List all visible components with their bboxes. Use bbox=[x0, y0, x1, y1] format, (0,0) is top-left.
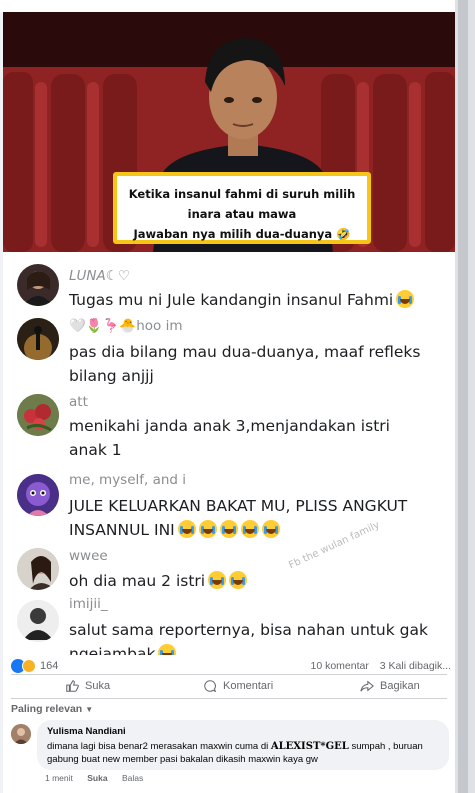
comment-list: LUNA☾♡ Tugas mu ni Jule kandangin insanu… bbox=[3, 252, 455, 655]
screenshot-page: Ketika insanul fahmi di suruh milih inar… bbox=[0, 0, 475, 793]
caption-line-1: Ketika insanul fahmi di suruh milih bbox=[128, 187, 356, 201]
comment-author: att bbox=[69, 394, 88, 410]
crying-emoji-icon bbox=[240, 520, 259, 538]
video-frame[interactable]: Ketika insanul fahmi di suruh milih inar… bbox=[3, 12, 455, 252]
avatar[interactable] bbox=[17, 600, 59, 642]
avatar[interactable] bbox=[17, 264, 59, 306]
comment-text: menikahi janda anak 3,menjandakan istri … bbox=[69, 414, 455, 462]
comment-line: menikahi janda anak 3,menjandakan istri bbox=[69, 417, 390, 435]
comment-text: salut sama reporternya, bisa nahan untuk… bbox=[69, 618, 455, 655]
comment-label: Komentari bbox=[223, 680, 274, 692]
avatar[interactable] bbox=[17, 474, 59, 516]
avatar-photo bbox=[23, 271, 53, 306]
divider bbox=[11, 674, 447, 675]
avatar[interactable] bbox=[11, 724, 31, 744]
share-button[interactable]: Bagikan bbox=[360, 677, 420, 695]
avatar-photo bbox=[17, 600, 59, 642]
video-caption: Ketika insanul fahmi di suruh milih inar… bbox=[113, 172, 371, 244]
scrollbar[interactable] bbox=[458, 0, 468, 793]
comment-line: ngejambak bbox=[69, 642, 455, 655]
avatar[interactable] bbox=[17, 318, 59, 360]
chevron-down-icon: ▼ bbox=[85, 705, 94, 714]
comment-reply-link[interactable]: Balas bbox=[122, 773, 143, 783]
crying-emoji-icon bbox=[396, 290, 415, 308]
comment-like-link[interactable]: Suka bbox=[87, 773, 107, 783]
comment-line: Tugas mu ni Jule kandangin insanul Fahmi bbox=[69, 291, 394, 309]
comment-count-link[interactable]: 10 komentar bbox=[310, 660, 368, 672]
comment-text: JULE KELUARKAN BAKAT MU, PLISS ANGKUT IN… bbox=[69, 494, 455, 542]
share-arrow-icon bbox=[360, 680, 374, 692]
caption-line-2: inara atau mawa bbox=[187, 207, 297, 221]
avatar-photo bbox=[17, 474, 59, 516]
crying-emoji-icon bbox=[219, 520, 238, 538]
comment-text-part: dimana lagi bisa benar2 merasakan maxwin… bbox=[47, 741, 271, 752]
comment-author: LUNA☾♡ bbox=[69, 268, 130, 284]
comment-line: oh dia mau 2 istri bbox=[69, 572, 206, 590]
comment-button[interactable]: Komentari bbox=[203, 677, 273, 695]
post-stats: 10 komentar 3 Kali dibagik... bbox=[302, 660, 451, 672]
top-strip bbox=[0, 0, 475, 12]
like-button[interactable]: Suka bbox=[65, 677, 110, 695]
comment-line-text: ngejambak bbox=[69, 645, 156, 655]
comment-brand-text: ALEXIST*GEL bbox=[270, 741, 349, 752]
avatar-photo bbox=[11, 724, 31, 744]
comment-author: wwee bbox=[69, 548, 108, 564]
comment-line: anak 1 bbox=[69, 441, 122, 459]
comment-line: salut sama reporternya, bisa nahan untuk… bbox=[69, 621, 428, 639]
crying-emoji-icon bbox=[229, 571, 248, 589]
comment-line: INSANNUL INI bbox=[69, 518, 455, 542]
thumbs-up-icon bbox=[66, 680, 79, 692]
sort-label: Paling relevan bbox=[11, 703, 83, 715]
comment-author: imijii_ bbox=[69, 596, 108, 612]
avatar-photo bbox=[17, 318, 59, 360]
comment-time: 1 menit bbox=[45, 773, 73, 783]
crying-emoji-icon bbox=[198, 520, 217, 538]
comment-meta: 1 menit Suka Balas bbox=[45, 773, 155, 783]
comment-line: JULE KELUARKAN BAKAT MU, PLISS ANGKUT bbox=[69, 497, 408, 515]
crying-emoji-icon bbox=[208, 571, 227, 589]
comment-text: dimana lagi bisa benar2 merasakan maxwin… bbox=[47, 740, 439, 766]
comment-line: pas dia bilang mau dua-duanya, maaf refl… bbox=[69, 343, 421, 361]
post-footer: 164 10 komentar 3 Kali dibagik... Suka K… bbox=[3, 655, 455, 793]
avatar[interactable] bbox=[17, 394, 59, 436]
crying-emoji-icon bbox=[177, 520, 196, 538]
like-label: Suka bbox=[85, 680, 111, 692]
avatar-photo bbox=[17, 394, 59, 436]
haha-reaction-icon bbox=[22, 659, 36, 673]
reaction-count: 164 bbox=[40, 660, 59, 672]
crying-emoji-icon bbox=[261, 520, 280, 538]
comment-text: oh dia mau 2 istri bbox=[69, 569, 455, 593]
share-label: Bagikan bbox=[380, 680, 420, 692]
caption-line-3: Jawaban nya milih dua-duanya 🤣 bbox=[133, 227, 351, 241]
comment-sort-dropdown[interactable]: Paling relevan ▼ bbox=[11, 703, 93, 715]
comment-bubble: Yulisma Nandiani dimana lagi bisa benar2… bbox=[37, 720, 449, 770]
comment-author: me, myself, and i bbox=[69, 472, 187, 488]
share-count-link[interactable]: 3 Kali dibagik... bbox=[380, 660, 451, 672]
comment-line-text: INSANNUL INI bbox=[69, 521, 175, 539]
comment-bubble-icon bbox=[204, 680, 217, 693]
comment-author[interactable]: Yulisma Nandiani bbox=[47, 726, 439, 737]
crying-emoji-icon bbox=[158, 644, 177, 655]
comment-line: bilang anjjj bbox=[69, 367, 154, 385]
comment-text: Tugas mu ni Jule kandangin insanul Fahmi bbox=[69, 288, 455, 312]
post-image[interactable]: Ketika insanul fahmi di suruh milih inar… bbox=[3, 12, 455, 655]
comment-text: pas dia bilang mau dua-duanya, maaf refl… bbox=[69, 340, 455, 388]
avatar-photo bbox=[17, 548, 59, 590]
avatar[interactable] bbox=[17, 548, 59, 590]
comment-author: 🤍🌷🦩🐣hoo im bbox=[69, 318, 183, 334]
divider bbox=[11, 698, 447, 699]
